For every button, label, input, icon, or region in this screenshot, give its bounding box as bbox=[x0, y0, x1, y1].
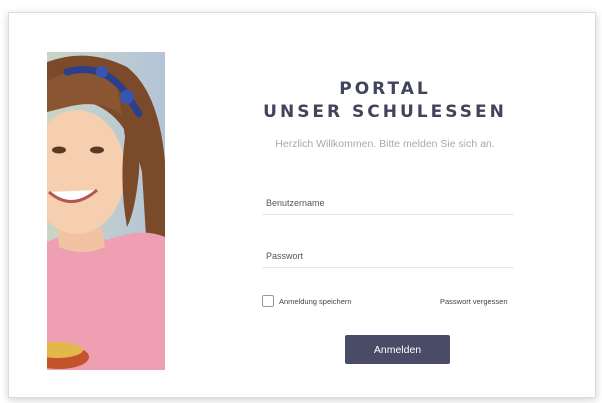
page-title-line2: UNSER SCHULESSEN bbox=[263, 102, 507, 122]
login-button[interactable]: Anmelden bbox=[345, 335, 450, 364]
forgot-password-link[interactable]: Passwort vergessen bbox=[440, 297, 508, 306]
remember-checkbox[interactable] bbox=[262, 295, 274, 307]
username-field bbox=[262, 192, 516, 215]
welcome-text: Herzlich Willkommen. Bitte melden Sie si… bbox=[275, 138, 495, 150]
remember-label: Anmeldung speichern bbox=[279, 296, 352, 306]
page-title-line1: PORTAL bbox=[339, 79, 431, 99]
hero-photo-girl bbox=[47, 52, 165, 370]
password-field bbox=[262, 245, 516, 268]
remember-login[interactable]: Anmeldung speichern bbox=[262, 295, 352, 307]
username-input[interactable] bbox=[264, 192, 516, 214]
password-input[interactable] bbox=[264, 245, 516, 267]
